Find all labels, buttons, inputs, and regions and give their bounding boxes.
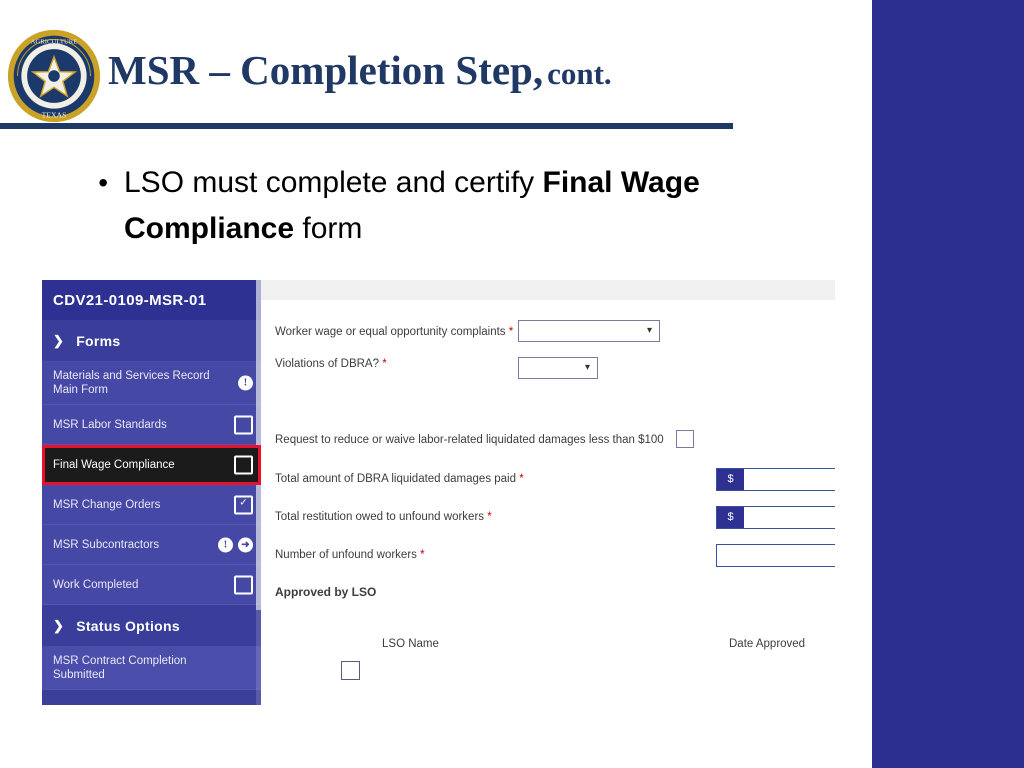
sidebar-section-forms-label: Forms — [76, 332, 121, 349]
page-title: MSR – Completion Step, cont. — [108, 46, 612, 94]
field-label-number-unfound-workers: Number of unfound workers * — [275, 549, 425, 561]
currency-prefix: $ — [717, 469, 744, 490]
required-marker: * — [508, 326, 514, 338]
list-item: • LSO must complete and certify Final Wa… — [60, 160, 760, 252]
square-icon — [234, 455, 253, 474]
svg-text:TEXAS: TEXAS — [42, 110, 67, 119]
sidebar-item-label: MSR Change Orders — [53, 498, 161, 511]
sidebar-item-materials-and-services-record-main-form[interactable]: Materials and Services Record Main Form … — [42, 362, 261, 405]
reduce-waive-damages-checkbox[interactable] — [676, 430, 694, 448]
sidebar-item-icons: ! — [238, 375, 253, 391]
info-icon: ! — [238, 375, 253, 391]
app-top-strip — [261, 280, 835, 300]
page-title-suffix: cont. — [547, 56, 612, 91]
required-marker: * — [420, 549, 425, 561]
square-icon — [234, 415, 253, 434]
column-header-date-approved: Date Approved — [729, 638, 806, 650]
sidebar-item-work-completed[interactable]: Work Completed — [42, 565, 261, 605]
field-label-text: Violations of DBRA? — [275, 358, 379, 370]
field-label-total-damages-paid: Total amount of DBRA liquidated damages … — [275, 473, 524, 485]
chevron-down-icon: ▾ — [646, 325, 652, 336]
chevron-down-icon: ❯ — [53, 332, 65, 348]
lso-approval-checkbox[interactable] — [341, 661, 360, 680]
svg-text:AGRICULTURE: AGRICULTURE — [31, 38, 78, 45]
field-label-text: Request to reduce or waive labor-related… — [275, 434, 664, 446]
sidebar-item-msr-labor-standards[interactable]: MSR Labor Standards — [42, 405, 261, 445]
sidebar-record-id: CDV21-0109-MSR-01 — [42, 280, 261, 320]
sidebar-section-status-options-label: Status Options — [76, 617, 180, 634]
slide: AGRICULTURE TEXAS MSR – Completion Step,… — [0, 0, 1024, 768]
field-label-total-restitution: Total restitution owed to unfound worker… — [275, 511, 492, 523]
sidebar-section-forms[interactable]: ❯ Forms — [42, 320, 261, 362]
required-marker: * — [382, 358, 387, 370]
decorative-right-band — [872, 0, 1024, 768]
field-label-text: Total amount of DBRA liquidated damages … — [275, 473, 517, 485]
field-label-reduce-waive-damages: Request to reduce or waive labor-related… — [275, 434, 664, 446]
arrow-right-icon: ➜ — [238, 537, 253, 552]
approved-by-lso-heading: Approved by LSO — [275, 585, 377, 599]
sidebar-item-final-wage-compliance[interactable]: Final Wage Compliance — [42, 445, 261, 485]
sidebar-item-msr-subcontractors[interactable]: MSR Subcontractors ! ➜ — [42, 525, 261, 565]
total-restitution-input[interactable]: $ — [716, 506, 835, 529]
sidebar-item-label: MSR Contract Completion Submitted — [53, 655, 187, 681]
required-marker: * — [519, 473, 524, 485]
sidebar-section-status-options[interactable]: ❯ Status Options — [42, 605, 261, 647]
agency-seal-icon: AGRICULTURE TEXAS — [7, 29, 101, 123]
sidebar-item-icons — [234, 455, 253, 474]
sidebar-item-icons: ! ➜ — [218, 537, 253, 552]
currency-prefix: $ — [717, 507, 744, 528]
bullet-marker: • — [98, 167, 108, 198]
title-row: AGRICULTURE TEXAS MSR – Completion Step,… — [0, 18, 740, 123]
embedded-app-screenshot: CDV21-0109-MSR-01 ❯ Forms Materials and … — [42, 280, 835, 705]
bullet-text-after: form — [294, 212, 363, 245]
chevron-down-icon: ❯ — [53, 617, 65, 633]
sidebar-item-icons — [234, 415, 253, 434]
chevron-down-icon: ▾ — [584, 362, 590, 373]
field-label-text: Total restitution owed to unfound worker… — [275, 511, 485, 523]
field-label-worker-complaints: Worker wage or equal opportunity complai… — [275, 326, 513, 338]
check-square-icon: ✓ — [234, 495, 253, 514]
worker-complaints-dropdown[interactable]: ▾ — [518, 320, 660, 342]
sidebar-item-msr-change-orders[interactable]: MSR Change Orders ✓ — [42, 485, 261, 525]
required-marker: * — [487, 511, 492, 523]
title-underline — [0, 123, 733, 129]
bullet-list: • LSO must complete and certify Final Wa… — [60, 160, 760, 252]
sidebar-item-label: Final Wage Compliance — [53, 458, 175, 471]
sidebar-item-label: MSR Labor Standards — [53, 418, 167, 431]
field-label-violations-dbra: Violations of DBRA? * — [275, 358, 387, 370]
sidebar-item-msr-contract-completion-submitted[interactable]: MSR Contract Completion Submitted — [42, 647, 261, 690]
sidebar-item-label: Materials and Services Record Main Form — [53, 370, 210, 396]
sidebar-item-icons: ✓ — [234, 495, 253, 514]
final-wage-compliance-form: Worker wage or equal opportunity complai… — [261, 300, 835, 705]
square-icon — [234, 575, 253, 594]
sidebar-item-icons — [234, 575, 253, 594]
total-damages-paid-input[interactable]: $ — [716, 468, 835, 491]
column-header-lso-name: LSO Name — [382, 638, 439, 650]
violations-dbra-dropdown[interactable]: ▾ — [518, 357, 598, 379]
number-unfound-workers-input[interactable] — [716, 544, 835, 567]
field-label-text: Worker wage or equal opportunity complai… — [275, 326, 506, 338]
bullet-text-before: LSO must complete and certify — [124, 166, 543, 199]
bullet-text: LSO must complete and certify Final Wage… — [124, 160, 704, 252]
sidebar-item-label: Work Completed — [53, 578, 139, 591]
sidebar-item-label: MSR Subcontractors — [53, 538, 160, 551]
page-title-main: MSR – Completion Step, — [108, 47, 544, 93]
info-icon: ! — [218, 537, 233, 552]
field-label-text: Number of unfound workers — [275, 549, 417, 561]
app-sidebar: CDV21-0109-MSR-01 ❯ Forms Materials and … — [42, 280, 261, 705]
